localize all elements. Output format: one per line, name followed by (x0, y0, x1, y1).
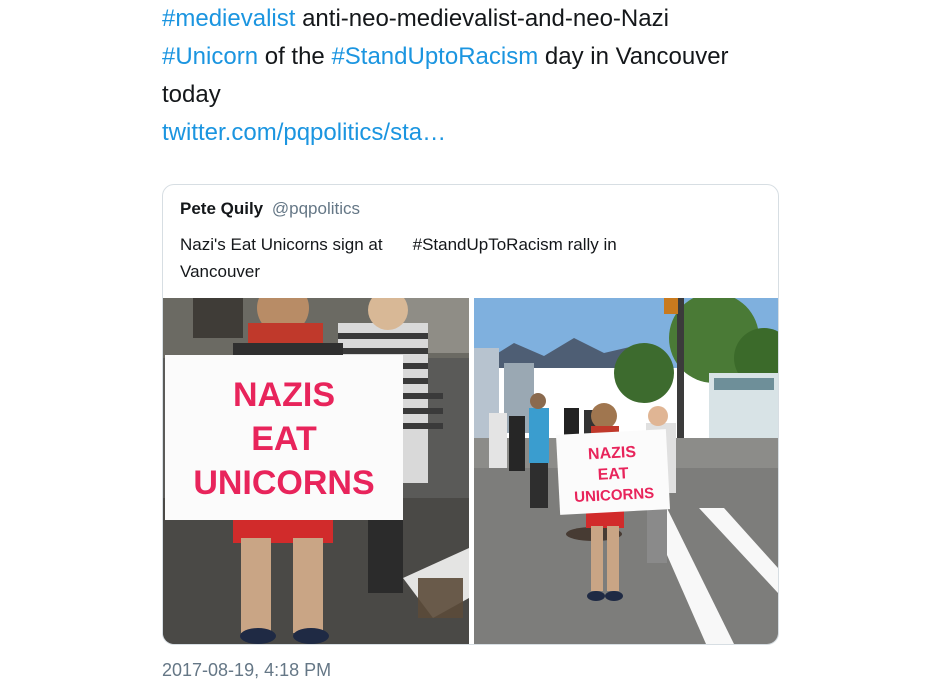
photo-left[interactable]: NAZIS EAT UNICORNS (163, 298, 469, 644)
left-sign-line-1: NAZIS (233, 376, 335, 414)
left-sign-line-3: UNICORNS (193, 464, 374, 502)
tweet-line-3: today (162, 81, 221, 108)
quoted-tweet-header: Pete Quily @pqpolitics (180, 199, 360, 219)
hashtag-unicorn[interactable]: #Unicorn (162, 43, 258, 70)
left-sign-line-2: EAT (251, 420, 317, 458)
tweet-text-segment: day in Vancouver (538, 43, 729, 70)
quoted-text-segment: rally in (562, 235, 617, 254)
tweet-text-segment: anti-neo-medievalist-and-neo-Nazi (295, 5, 669, 32)
quoted-tweet-card[interactable]: Pete Quily @pqpolitics Nazi's Eat Unicor… (162, 184, 779, 645)
tweet-text-segment: of the (258, 43, 332, 70)
tweet-text: #medievalist anti-neo-medievalist-and-ne… (162, 0, 802, 152)
quoted-text-segment: Nazi's Eat Unicorns sign at (180, 235, 383, 254)
tweet-timestamp[interactable]: 2017-08-19, 4:18 PM (162, 660, 331, 681)
quoted-author-name[interactable]: Pete Quily (180, 199, 263, 218)
quoted-author-handle[interactable]: @pqpolitics (272, 199, 360, 218)
right-sign-line-2: EAT (597, 465, 629, 484)
tweet-line-1: #medievalist anti-neo-medievalist-and-ne… (162, 0, 802, 38)
quoted-hashtag: #StandUpToRacism (412, 235, 563, 254)
hashtag-medievalist[interactable]: #medievalist (162, 5, 295, 32)
tweet-link[interactable]: twitter.com/pqpolitics/sta… (162, 114, 802, 152)
photo-right[interactable]: NAZIS EAT UNICORNS (474, 298, 778, 644)
quoted-line-1: Nazi's Eat Unicorns sign at #StandUpToRac… (180, 231, 740, 258)
photo-right-image: NAZIS EAT UNICORNS (474, 298, 778, 644)
right-sign-line-1: NAZIS (588, 444, 637, 464)
quoted-line-2: Vancouver (180, 262, 261, 281)
tweet-line-2: #Unicorn of the #StandUptoRacism day in … (162, 38, 802, 76)
photo-left-image: NAZIS EAT UNICORNS (163, 298, 469, 644)
quoted-tweet-text: Nazi's Eat Unicorns sign at #StandUpToRac… (180, 231, 740, 285)
hashtag-standuptoracism[interactable]: #StandUptoRacism (331, 43, 538, 70)
